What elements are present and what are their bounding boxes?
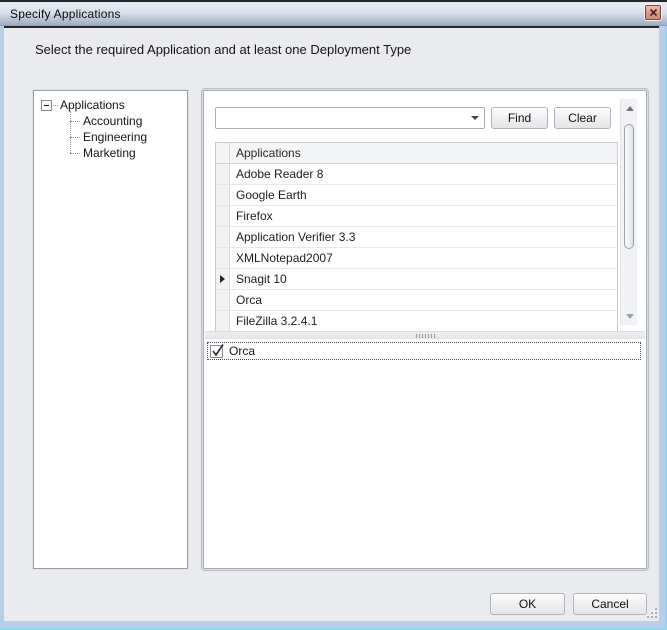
collapse-expander-icon[interactable] [41, 100, 52, 111]
applications-panel: Find Clear Applications Adobe Reader 8Go… [203, 90, 647, 569]
row-selector-cell [216, 248, 230, 268]
row-selector-cell [216, 185, 230, 205]
application-name: Adobe Reader 8 [230, 164, 617, 184]
ok-button[interactable]: OK [490, 593, 565, 615]
application-name: XMLNotepad2007 [230, 248, 617, 268]
close-button[interactable] [645, 5, 661, 20]
deployment-type-item-orca[interactable]: Orca [207, 342, 641, 360]
row-selector-cell [216, 311, 230, 331]
application-row-xmlnotepad2007[interactable]: XMLNotepad2007 [216, 248, 617, 269]
tree-connector [53, 105, 58, 106]
application-name: Orca [230, 290, 617, 310]
application-row-adobe-reader-8[interactable]: Adobe Reader 8 [216, 164, 617, 185]
application-row-firefox[interactable]: Firefox [216, 206, 617, 227]
clear-button[interactable]: Clear [554, 107, 611, 129]
row-selector-cell [216, 227, 230, 247]
find-button[interactable]: Find [491, 107, 548, 129]
application-search-input[interactable] [216, 109, 466, 127]
tree-connector [70, 121, 80, 122]
tree-node-label: Marketing [83, 146, 136, 160]
application-row-snagit-10[interactable]: Snagit 10 [216, 269, 617, 290]
applications-tree: Applications Accounting Engineering Market… [34, 91, 187, 161]
application-name: Firefox [230, 206, 617, 226]
checkbox-checked-icon[interactable] [210, 345, 223, 358]
scroll-down-icon[interactable] [621, 309, 638, 323]
close-icon [650, 9, 657, 16]
applications-grid: Applications Adobe Reader 8Google EarthF… [215, 142, 618, 332]
row-selector-cell [216, 290, 230, 310]
specify-applications-dialog: Specify Applications Select the required… [0, 0, 667, 630]
application-search-combo[interactable] [215, 107, 485, 129]
tree-children: Accounting Engineering Marketing [70, 113, 187, 161]
header-selector-cell [216, 143, 230, 163]
window-title: Specify Applications [0, 7, 121, 21]
tree-node-marketing[interactable]: Marketing [70, 145, 187, 161]
titlebar: Specify Applications [0, 0, 667, 26]
row-selector-cell [216, 206, 230, 226]
tree-node-engineering[interactable]: Engineering [70, 129, 187, 145]
grid-header-row[interactable]: Applications [216, 143, 617, 164]
grid-body: Adobe Reader 8Google EarthFirefoxApplica… [216, 164, 617, 332]
tree-node-label: Applications [60, 98, 125, 112]
resize-grip[interactable] [646, 607, 657, 618]
deployment-type-label: Orca [229, 344, 255, 358]
combo-dropdown-icon[interactable] [466, 116, 484, 120]
application-row-orca[interactable]: Orca [216, 290, 617, 311]
application-name: Snagit 10 [230, 269, 617, 289]
horizontal-splitter[interactable] [205, 331, 645, 339]
instruction-label: Select the required Application and at l… [35, 42, 411, 57]
tree-connector [70, 137, 80, 138]
tree-node-label: Accounting [83, 114, 142, 128]
tree-node-accounting[interactable]: Accounting [70, 113, 187, 129]
grid-scrollbar[interactable] [620, 99, 637, 325]
deployment-type-list: Orca [205, 339, 645, 567]
application-name: Application Verifier 3.3 [230, 227, 617, 247]
cancel-button[interactable]: Cancel [573, 593, 647, 615]
scroll-up-icon[interactable] [621, 101, 638, 115]
application-name: Google Earth [230, 185, 617, 205]
tree-connector [70, 153, 80, 154]
tree-node-label: Engineering [83, 130, 147, 144]
dialog-content: Select the required Application and at l… [4, 28, 659, 621]
scrollbar-thumb[interactable] [624, 124, 634, 249]
applications-tree-panel: Applications Accounting Engineering Market… [33, 90, 188, 569]
tree-node-applications[interactable]: Applications [41, 97, 187, 113]
current-row-arrow-icon [220, 275, 225, 283]
application-row-application-verifier-3-3[interactable]: Application Verifier 3.3 [216, 227, 617, 248]
grid-column-header: Applications [230, 143, 617, 163]
window-border-bottom [0, 621, 665, 628]
application-row-google-earth[interactable]: Google Earth [216, 185, 617, 206]
application-name: FileZilla 3.2.4.1 [230, 311, 617, 331]
application-row-filezilla-3-2-4-1[interactable]: FileZilla 3.2.4.1 [216, 311, 617, 332]
current-row-indicator [216, 269, 230, 289]
row-selector-cell [216, 164, 230, 184]
